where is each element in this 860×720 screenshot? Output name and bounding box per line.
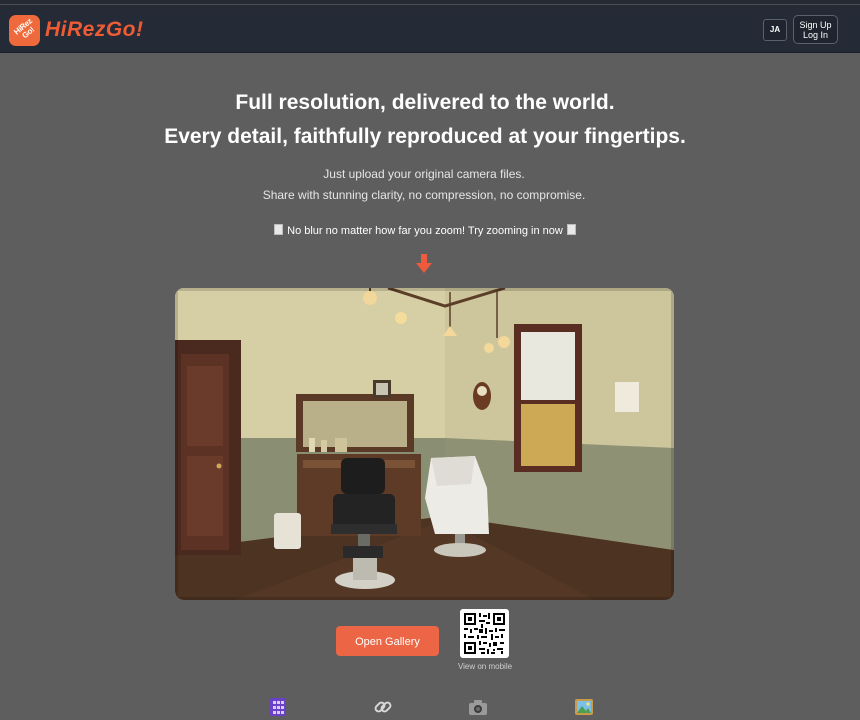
subheading-line-1: Just upload your original camera files. — [323, 167, 525, 181]
site-header: HiRez Go! HiRezGo! JA Sign Up Log In — [0, 9, 860, 53]
zoom-note: No blur no matter how far you zoom! Try … — [0, 224, 850, 238]
document-icon — [274, 224, 284, 235]
signup-login-button[interactable]: Sign Up Log In — [793, 15, 838, 44]
language-button[interactable]: JA — [763, 19, 787, 41]
logo-text: HiRez Go! — [12, 16, 37, 41]
headline-line-1: Full resolution, delivered to the world. — [235, 91, 615, 114]
headline-line-2: Every detail, faithfully reproduced at y… — [164, 125, 686, 148]
link-icon[interactable] — [373, 697, 393, 717]
zoom-note-text: No blur no matter how far you zoom! Try … — [287, 225, 563, 237]
camera-icon[interactable] — [468, 697, 488, 717]
grid-icon[interactable] — [268, 697, 288, 717]
open-gallery-button[interactable]: Open Gallery — [336, 626, 439, 656]
document-icon — [566, 224, 576, 235]
down-arrow-icon — [416, 254, 432, 273]
qr-code[interactable] — [460, 609, 509, 658]
brand-name[interactable]: HiRezGo! — [45, 18, 144, 42]
signup-label: Sign Up — [799, 20, 832, 30]
logo-icon[interactable]: HiRez Go! — [9, 15, 40, 46]
image-icon[interactable] — [574, 697, 594, 717]
barber-shop-photo — [175, 288, 674, 600]
browser-top-strip — [0, 0, 860, 9]
sample-photo[interactable] — [175, 288, 674, 600]
qr-code-icon — [464, 613, 505, 654]
subheading-line-2: Share with stunning clarity, no compress… — [262, 188, 586, 202]
view-on-mobile-label: View on mobile — [457, 662, 513, 671]
login-label: Log In — [802, 30, 829, 40]
